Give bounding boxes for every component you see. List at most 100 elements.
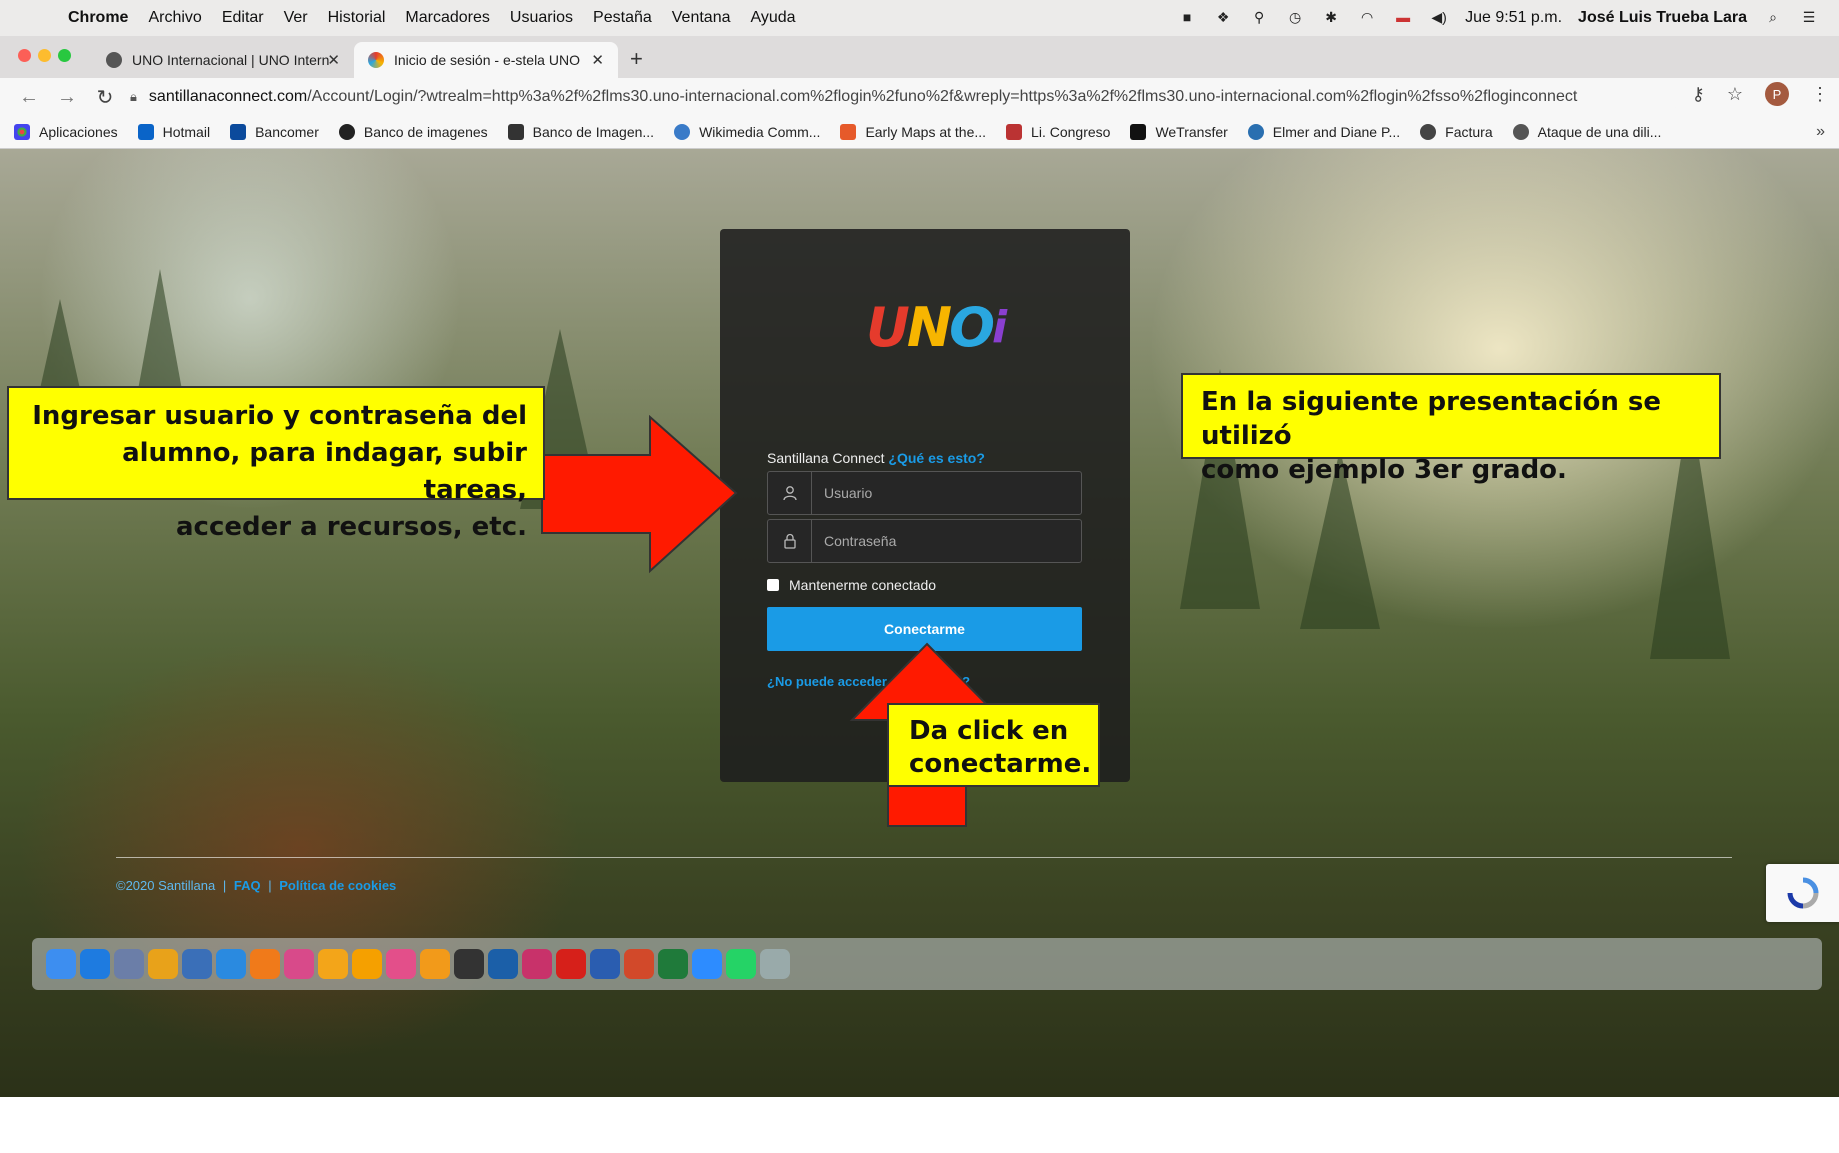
bookmark-label: Aplicaciones bbox=[39, 124, 118, 140]
lock-icon[interactable]: 🔒︎ bbox=[130, 89, 137, 105]
tab-uno-internacional[interactable]: UNO Internacional | UNO Intern ✕ bbox=[92, 42, 354, 78]
flag-icon[interactable]: ▬ bbox=[1393, 9, 1413, 27]
word-icon[interactable] bbox=[590, 949, 620, 979]
what-is-this-link[interactable]: ¿Qué es esto? bbox=[888, 450, 984, 466]
illustrator-icon[interactable] bbox=[318, 949, 348, 979]
menu-ventana[interactable]: Ventana bbox=[672, 9, 731, 27]
close-tab-icon[interactable]: ✕ bbox=[591, 51, 604, 69]
remember-me[interactable]: Mantenerme conectado bbox=[767, 577, 936, 593]
zoom-status-icon[interactable]: ■ bbox=[1177, 9, 1197, 27]
key-icon[interactable]: ⚷ bbox=[1692, 84, 1705, 105]
bookmarks-bar: Aplicaciones Hotmail Bancomer Banco de i… bbox=[0, 116, 1839, 149]
maximize-window-icon[interactable] bbox=[58, 49, 71, 62]
bookmark-banco-imagenes[interactable]: Banco de imagenes bbox=[338, 124, 488, 140]
annotation-line: acceder a recursos, etc. bbox=[175, 512, 527, 542]
password-input[interactable] bbox=[812, 532, 1076, 550]
bookmark-wetransfer[interactable]: WeTransfer bbox=[1130, 124, 1228, 140]
annotation-line: Da click en bbox=[909, 716, 1069, 746]
powerpoint-icon[interactable] bbox=[624, 949, 654, 979]
menu-ver[interactable]: Ver bbox=[284, 9, 308, 27]
close-window-icon[interactable] bbox=[18, 49, 31, 62]
uno-favicon-icon bbox=[368, 52, 384, 68]
menu-app-name[interactable]: Chrome bbox=[68, 9, 128, 27]
recaptcha-badge[interactable] bbox=[1766, 864, 1839, 922]
bancomer-icon bbox=[230, 124, 247, 140]
address-bar: ← → ↻ 🔒︎ santillanaconnect.com/Account/L… bbox=[0, 78, 1839, 116]
remember-checkbox[interactable] bbox=[767, 579, 779, 591]
chrome-icon[interactable] bbox=[148, 949, 178, 979]
photoshop-icon[interactable] bbox=[488, 949, 518, 979]
whatsapp-icon[interactable] bbox=[726, 949, 756, 979]
garageband-icon[interactable] bbox=[352, 949, 382, 979]
bookmark-label: Wikimedia Comm... bbox=[699, 124, 821, 140]
books-icon[interactable] bbox=[420, 949, 450, 979]
bookmark-elmer-diane[interactable]: Elmer and Diane P... bbox=[1247, 124, 1400, 140]
bookmark-banco-imagen[interactable]: Banco de Imagen... bbox=[507, 124, 654, 140]
bookmark-congreso[interactable]: Li. Congreso bbox=[1006, 124, 1110, 140]
username-field[interactable] bbox=[767, 471, 1082, 515]
firefox-icon[interactable] bbox=[250, 949, 280, 979]
dropbox-icon[interactable]: ❖ bbox=[1213, 9, 1233, 27]
bookmark-early-maps[interactable]: Early Maps at the... bbox=[840, 124, 986, 140]
wifi-icon[interactable]: ◠ bbox=[1357, 9, 1377, 27]
tab-inicio-sesion[interactable]: Inicio de sesión - e-stela UNO ✕ bbox=[354, 42, 618, 78]
clock[interactable]: Jue 9:51 p.m. bbox=[1465, 9, 1562, 27]
faq-link[interactable]: FAQ bbox=[234, 878, 261, 893]
launchpad-icon[interactable] bbox=[114, 949, 144, 979]
annotation-line: Ingresar usuario y contraseña del bbox=[32, 401, 527, 431]
bookmark-ataque[interactable]: Ataque de una dili... bbox=[1512, 124, 1661, 140]
cookies-link[interactable]: Política de cookies bbox=[279, 878, 396, 893]
museum-icon bbox=[507, 124, 524, 140]
trash-icon[interactable] bbox=[760, 949, 790, 979]
outlook-icon bbox=[137, 124, 154, 140]
more-bookmarks-icon[interactable]: » bbox=[1816, 123, 1825, 141]
menu-usuarios[interactable]: Usuarios bbox=[510, 9, 573, 27]
star-icon[interactable]: ☆ bbox=[1727, 84, 1743, 105]
bridge-icon[interactable] bbox=[454, 949, 484, 979]
new-tab-icon[interactable]: + bbox=[630, 46, 643, 72]
password-field[interactable] bbox=[767, 519, 1082, 563]
close-tab-icon[interactable]: ✕ bbox=[327, 51, 340, 69]
profile-avatar[interactable]: P bbox=[1765, 82, 1789, 106]
time-machine-icon[interactable]: ◷ bbox=[1285, 9, 1305, 27]
annotation-line: alumno, para indagar, subir tareas, bbox=[122, 438, 527, 505]
finder-icon[interactable] bbox=[46, 949, 76, 979]
menu-pestana[interactable]: Pestaña bbox=[593, 9, 652, 27]
remember-label: Mantenerme conectado bbox=[789, 577, 937, 593]
link-icon[interactable]: ⚲ bbox=[1249, 9, 1269, 27]
spotlight-icon[interactable]: ⌕ bbox=[1763, 9, 1783, 27]
menu-ayuda[interactable]: Ayuda bbox=[751, 9, 796, 27]
excel-icon[interactable] bbox=[658, 949, 688, 979]
bookmark-bancomer[interactable]: Bancomer bbox=[230, 124, 319, 140]
menu-archivo[interactable]: Archivo bbox=[148, 9, 201, 27]
back-icon[interactable]: ← bbox=[14, 86, 44, 109]
menu-editar[interactable]: Editar bbox=[222, 9, 264, 27]
bookmark-label: Hotmail bbox=[162, 124, 211, 140]
menu-historial[interactable]: Historial bbox=[328, 9, 386, 27]
wetransfer-icon bbox=[1130, 124, 1147, 140]
indesign-icon[interactable] bbox=[522, 949, 552, 979]
preview-icon[interactable] bbox=[182, 949, 212, 979]
menu-marcadores[interactable]: Marcadores bbox=[405, 9, 489, 27]
volume-icon[interactable]: ◀) bbox=[1429, 9, 1449, 27]
minimize-window-icon[interactable] bbox=[38, 49, 51, 62]
acrobat-icon[interactable] bbox=[556, 949, 586, 979]
zoom-icon[interactable] bbox=[692, 949, 722, 979]
appstore-icon[interactable] bbox=[80, 949, 110, 979]
bluetooth-icon[interactable]: ✱ bbox=[1321, 9, 1341, 27]
safari-icon[interactable] bbox=[216, 949, 246, 979]
username-input[interactable] bbox=[812, 484, 1076, 502]
more-menu-icon[interactable]: ⋮ bbox=[1811, 84, 1829, 105]
recaptcha-icon bbox=[1787, 877, 1818, 909]
bookmark-wikimedia[interactable]: Wikimedia Comm... bbox=[674, 124, 820, 140]
reload-icon[interactable]: ↻ bbox=[90, 85, 120, 110]
user-name[interactable]: José Luis Trueba Lara bbox=[1578, 9, 1747, 27]
url-field[interactable]: 🔒︎ santillanaconnect.com/Account/Login/?… bbox=[130, 82, 1680, 112]
bookmark-aplicaciones[interactable]: Aplicaciones bbox=[14, 124, 118, 140]
bookmark-factura[interactable]: Factura bbox=[1420, 124, 1493, 140]
itunes-icon[interactable] bbox=[386, 949, 416, 979]
photos-icon[interactable] bbox=[284, 949, 314, 979]
notification-center-icon[interactable]: ☰ bbox=[1799, 9, 1819, 27]
bookmark-hotmail[interactable]: Hotmail bbox=[137, 124, 211, 140]
forward-icon[interactable]: → bbox=[52, 86, 82, 109]
